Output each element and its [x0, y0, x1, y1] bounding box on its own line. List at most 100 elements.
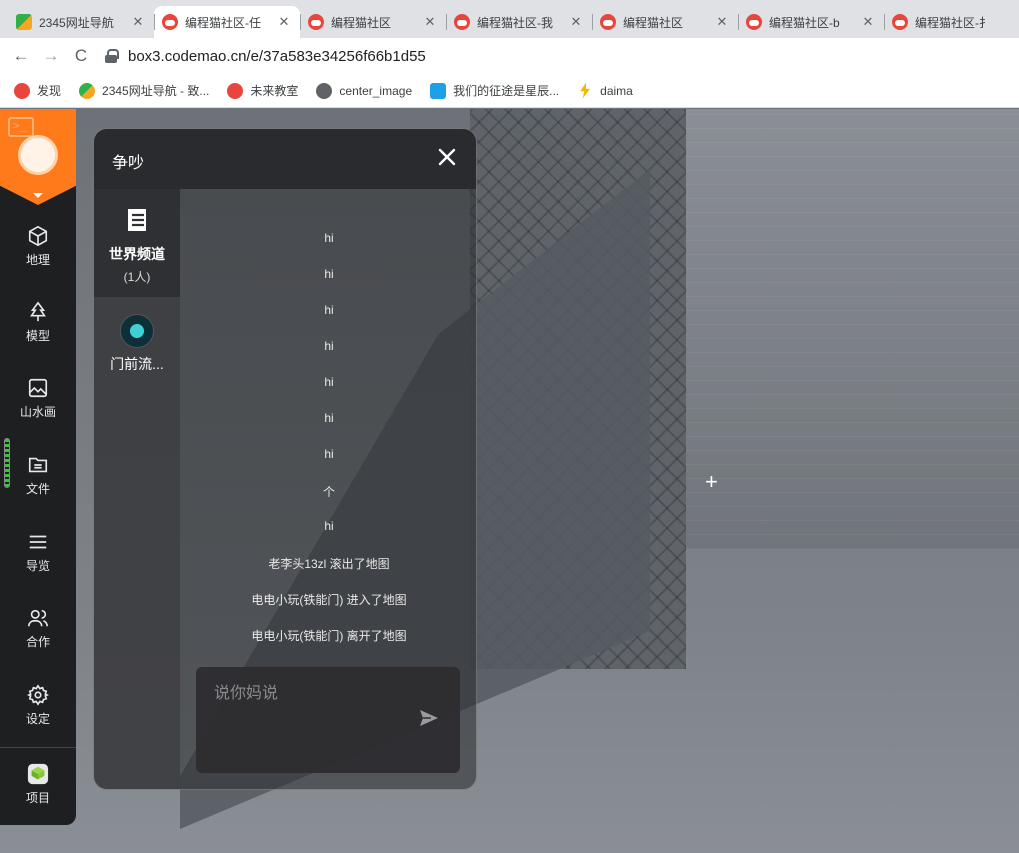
tab-title: 编程猫社区-扌: [915, 15, 991, 30]
sidebar-item-label: 山水画: [19, 405, 56, 419]
chat-message: hi: [324, 447, 334, 461]
world-channel-icon: [128, 209, 146, 231]
bookmark-label: 2345网址导航 - 致...: [102, 84, 210, 98]
bookmark-item[interactable]: 我们的征途是星辰...: [430, 82, 559, 99]
back-button[interactable]: ←: [6, 46, 36, 66]
chat-title: 争吵: [112, 155, 145, 172]
chevron-down-icon[interactable]: [33, 193, 43, 198]
bookmark-label: daima: [600, 83, 633, 98]
tab-title: 2345网址导航: [39, 15, 114, 30]
terminal-icon[interactable]: >_: [8, 117, 34, 137]
browser-tab-bar: 2345网址导航 ✕ 编程猫社区-任 ✕ 编程猫社区 ✕ 编程猫社区-我 ✕ 编程猫社区…: [0, 0, 1019, 38]
logo[interactable]: >_: [0, 109, 76, 205]
reload-button[interactable]: C: [66, 46, 96, 66]
browser-tab[interactable]: 编程猫社区-b ✕: [738, 6, 884, 38]
close-icon[interactable]: ✕: [276, 14, 292, 30]
chat-message: hi: [324, 231, 334, 245]
system-message: 电电小玩(铁能门) 进入了地图: [251, 593, 407, 607]
bookmarks-bar: 发现 2345网址导航 - 致... 未来教室 center_image 我们的…: [0, 74, 1019, 108]
tab-title: 编程猫社区: [331, 15, 392, 30]
channel-world[interactable]: 世界频道 (1人): [94, 189, 180, 297]
close-icon[interactable]: [436, 146, 458, 168]
close-icon[interactable]: ✕: [568, 14, 584, 30]
red-circle-icon: [227, 82, 244, 99]
chat-message: hi: [324, 519, 334, 533]
channel-name: 门前流...: [110, 356, 164, 372]
channel-user[interactable]: 门前流...: [94, 314, 180, 374]
sidebar-item-label: 模型: [25, 329, 50, 343]
divider: [0, 747, 76, 748]
tab-title: 编程猫社区-b: [769, 15, 840, 30]
close-icon[interactable]: ✕: [860, 14, 876, 30]
system-message: 老李头13zl 滚出了地图: [268, 557, 390, 571]
channel-name: 世界频道: [109, 246, 165, 262]
codemao-icon: [14, 82, 30, 99]
sidebar-item-models[interactable]: 模型: [0, 301, 76, 344]
sidebar-item-label: 设定: [25, 712, 50, 726]
sidebar-item-geography[interactable]: 地理: [0, 225, 76, 268]
sidebar-item-files[interactable]: 文件: [0, 454, 76, 497]
codemao-icon: [746, 14, 762, 30]
bookmark-item[interactable]: daima: [577, 82, 633, 99]
tab-title: 编程猫社区: [623, 15, 684, 30]
image-icon: [28, 378, 48, 398]
browser-tab[interactable]: 编程猫社区-扌: [884, 6, 1004, 38]
channel-member-count: (1人): [123, 270, 151, 284]
sidebar-item-settings[interactable]: 设定: [0, 684, 76, 727]
bookmark-label: 未来教室: [250, 84, 299, 98]
bookmark-label: 发现: [37, 84, 62, 98]
codemao-icon: [308, 14, 324, 30]
editor-sidebar: >_ 地理 模型 山水画 文件 导览 合作 设定 项目: [0, 109, 76, 825]
sidebar-item-label: 项目: [25, 791, 50, 805]
close-icon[interactable]: ✕: [422, 14, 438, 30]
message-input-box: [196, 667, 460, 773]
channel-list: 世界频道 (1人) 门前流...: [94, 189, 180, 789]
bookmark-item[interactable]: center_image: [316, 82, 412, 99]
sidebar-item-label: 地理: [25, 253, 50, 267]
url-text: box3.codemao.cn/e/37a583e34256f66b1d55: [128, 47, 426, 65]
sidebar-item-guide[interactable]: 导览: [0, 531, 76, 574]
tab-title: 编程猫社区-任: [185, 15, 261, 30]
users-icon: [28, 609, 48, 627]
2345-icon: [16, 14, 32, 30]
bilibili-icon: [430, 82, 447, 99]
browser-tab[interactable]: 编程猫社区 ✕: [300, 6, 446, 38]
browser-tab[interactable]: 2345网址导航 ✕: [8, 6, 154, 38]
close-icon[interactable]: ✕: [130, 14, 146, 30]
chat-message: hi: [324, 339, 334, 353]
brick-wall: [640, 109, 1019, 549]
browser-tab[interactable]: 编程猫社区-我 ✕: [446, 6, 592, 38]
globe-icon: [316, 82, 333, 99]
message-list[interactable]: hi hi hi hi hi hi hi 个 hi 老李头13zl 滚出了地图 …: [180, 189, 476, 659]
logo-icon: [18, 135, 58, 175]
close-icon[interactable]: ✕: [714, 14, 730, 30]
bookmark-item[interactable]: 发现: [14, 82, 61, 99]
sidebar-item-label: 合作: [25, 635, 50, 649]
send-icon[interactable]: [419, 709, 439, 727]
url-field[interactable]: box3.codemao.cn/e/37a583e34256f66b1d55: [104, 42, 1019, 70]
crosshair-icon: +: [705, 469, 718, 494]
tab-title: 编程猫社区-我: [477, 15, 553, 30]
volume-meter: [4, 438, 10, 488]
sidebar-item-collaborate[interactable]: 合作: [0, 607, 76, 650]
sidebar-item-project[interactable]: 项目: [0, 763, 76, 806]
codemao-icon: [162, 14, 178, 30]
bookmark-item[interactable]: 未来教室: [227, 82, 298, 99]
gear-icon: [27, 684, 49, 706]
address-bar: ← → C box3.codemao.cn/e/37a583e34256f66b…: [0, 38, 1019, 74]
lock-icon[interactable]: [104, 49, 119, 63]
chat-message: hi: [324, 267, 334, 281]
sidebar-item-landscape[interactable]: 山水画: [0, 377, 76, 420]
browser-tab[interactable]: 编程猫社区 ✕: [592, 6, 738, 38]
browser-tab-active[interactable]: 编程猫社区-任 ✕: [154, 6, 300, 38]
codemao-icon: [600, 14, 616, 30]
codemao-icon: [454, 14, 470, 30]
codemao-icon: [892, 14, 908, 30]
chat-message: hi: [324, 411, 334, 425]
forward-button[interactable]: →: [36, 46, 66, 66]
bookmark-item[interactable]: 2345网址导航 - 致...: [79, 82, 209, 99]
chat-panel: 争吵 世界频道 (1人) 门前流... hi hi hi hi hi hi hi…: [93, 128, 477, 790]
system-message: 电电小玩(铁能门) 离开了地图: [251, 629, 407, 643]
tree-icon: [30, 301, 46, 322]
sidebar-item-label: 导览: [25, 559, 50, 573]
